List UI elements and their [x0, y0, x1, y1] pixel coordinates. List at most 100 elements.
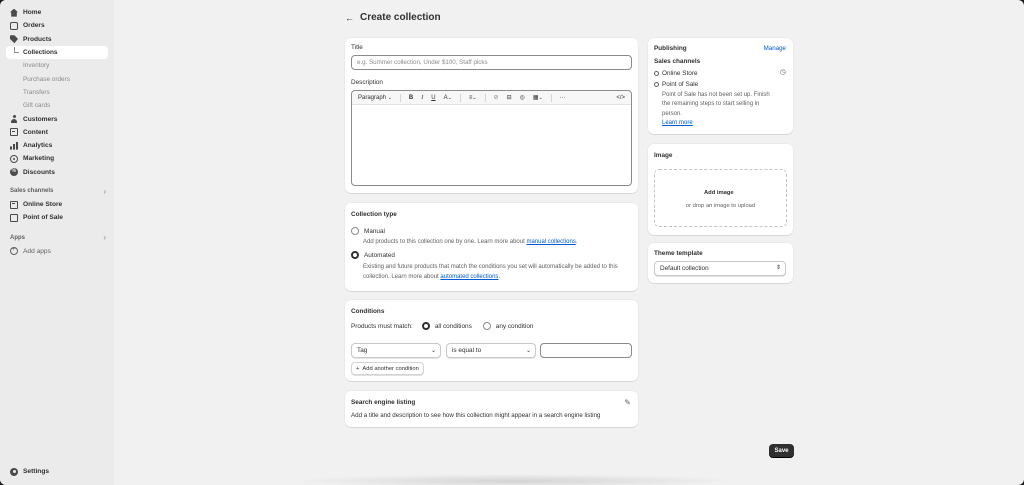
- app-window: Home Orders Products Collections Invento…: [0, 0, 1024, 485]
- manual-description: Add products to this collection one by o…: [363, 239, 578, 245]
- sales-channels-label: Sales channels: [654, 58, 701, 65]
- theme-template-card: Theme template Default collection ⇕: [648, 243, 793, 283]
- select-arrows-icon: ⇕: [775, 265, 781, 271]
- condition-value-input[interactable]: [540, 343, 632, 358]
- sidebar-item-discounts[interactable]: Discounts: [6, 166, 108, 179]
- align-button[interactable]: ≡⌄: [469, 95, 477, 101]
- insert-table-icon[interactable]: ▦⌄: [533, 94, 543, 101]
- sidebar-item-add-apps[interactable]: Add apps: [6, 244, 108, 257]
- pos-icon: [10, 213, 18, 222]
- automated-description: Existing and future products that match …: [363, 264, 618, 280]
- status-dot-icon: [654, 82, 659, 87]
- underline-button[interactable]: U: [431, 95, 435, 101]
- page-title: Create collection: [360, 12, 441, 23]
- sidebar-item-point-of-sale[interactable]: Point of Sale: [6, 211, 108, 224]
- condition-operator-select[interactable]: is equal to ⌄: [446, 343, 536, 358]
- publishing-card: Publishing Manage Sales channels Online …: [648, 38, 793, 134]
- sidebar-item-home[interactable]: Home: [6, 6, 108, 19]
- person-icon: [10, 115, 18, 124]
- title-description-card: Title e.g. Summer collection, Under $100…: [345, 38, 638, 193]
- sidebar-item-analytics[interactable]: Analytics: [6, 139, 108, 152]
- sales-channels-section[interactable]: Sales channels ›: [6, 185, 108, 198]
- text-color-button[interactable]: A⌄: [444, 95, 452, 101]
- orders-icon: [10, 21, 18, 30]
- chevron-right-icon: ›: [103, 233, 106, 243]
- back-arrow-icon[interactable]: ←: [345, 13, 354, 23]
- match-row: Products must match: all conditions any …: [351, 322, 534, 330]
- sidebar-item-collections[interactable]: Collections: [6, 45, 108, 60]
- learn-more-link[interactable]: Learn more: [662, 119, 770, 128]
- apps-section[interactable]: Apps ›: [6, 231, 108, 244]
- add-condition-button[interactable]: + Add another condition: [351, 362, 424, 375]
- chevron-down-icon: ⌄: [525, 348, 531, 354]
- sidebar-item-customers[interactable]: Customers: [6, 112, 108, 125]
- link-icon[interactable]: ⊘: [494, 94, 499, 101]
- theme-template-heading: Theme template: [654, 250, 703, 257]
- plus-circle-icon: [10, 246, 18, 256]
- bar-chart-icon: [10, 141, 18, 150]
- gear-icon: [10, 467, 18, 476]
- sidebar: Home Orders Products Collections Invento…: [0, 0, 114, 485]
- media-icon[interactable]: ◎: [520, 94, 525, 101]
- manual-option[interactable]: Manual: [351, 227, 385, 235]
- title-label: Title: [351, 44, 363, 51]
- target-icon: [10, 154, 18, 163]
- tree-branch-icon: [14, 46, 19, 53]
- image-card: Image Add image or drop an image to uplo…: [648, 144, 793, 235]
- any-condition-radio[interactable]: [482, 322, 491, 330]
- automated-option[interactable]: Automated: [351, 251, 395, 259]
- code-view-icon[interactable]: </>: [616, 95, 625, 101]
- sidebar-item-gift-cards[interactable]: Gift cards: [6, 99, 108, 112]
- paragraph-format-select[interactable]: Paragraph ⌄: [358, 95, 392, 101]
- sidebar-item-purchase-orders[interactable]: Purchase orders: [6, 72, 108, 85]
- theme-template-select[interactable]: Default collection ⇕: [654, 261, 786, 276]
- sidebar-item-marketing[interactable]: Marketing: [6, 152, 108, 165]
- table-icon[interactable]: ⊟: [507, 94, 512, 101]
- discount-icon: [10, 168, 18, 177]
- image-dropzone[interactable]: Add image or drop an image to upload: [654, 169, 787, 227]
- all-conditions-radio[interactable]: [421, 322, 430, 330]
- edit-pencil-icon[interactable]: ✎: [624, 398, 631, 407]
- automated-radio[interactable]: [351, 251, 359, 259]
- bold-button[interactable]: B: [409, 95, 413, 101]
- italic-button[interactable]: I: [421, 95, 423, 101]
- sidebar-item-online-store[interactable]: Online Store: [6, 198, 108, 211]
- channel-online-store: Online Store: [654, 70, 698, 77]
- sidebar-item-transfers[interactable]: Transfers: [6, 86, 108, 99]
- seo-card: Search engine listing ✎ Add a title and …: [345, 391, 638, 427]
- drop-hint: or drop an image to upload: [685, 203, 756, 209]
- seo-heading: Search engine listing: [351, 399, 416, 406]
- sidebar-item-settings[interactable]: Settings: [6, 465, 49, 478]
- sidebar-item-products[interactable]: Products: [6, 33, 108, 46]
- sidebar-item-content[interactable]: Content: [6, 126, 108, 139]
- manual-collections-link[interactable]: manual collections: [526, 239, 575, 245]
- chevron-down-icon: ⌄: [430, 348, 436, 354]
- bottom-shadow: [290, 474, 740, 485]
- publishing-heading: Publishing: [654, 45, 687, 52]
- title-input[interactable]: e.g. Summer collection, Under $100, Staf…: [351, 55, 632, 70]
- add-image-button[interactable]: Add image: [700, 186, 738, 199]
- save-button[interactable]: Save: [769, 444, 794, 457]
- manage-link[interactable]: Manage: [764, 45, 786, 52]
- manual-radio[interactable]: [351, 227, 359, 235]
- schedule-icon[interactable]: ◷: [780, 68, 786, 76]
- image-heading: Image: [654, 152, 673, 159]
- more-icon[interactable]: ···: [560, 95, 566, 101]
- pos-note: Point of Sale has not been set up. Finis…: [662, 91, 770, 129]
- status-dot-icon: [654, 71, 659, 76]
- sidebar-item-inventory[interactable]: Inventory: [6, 59, 108, 72]
- collection-type-card: Collection type Manual Add products to t…: [345, 203, 638, 291]
- editor-toolbar: Paragraph ⌄ B I U A⌄ ≡⌄ ⊘ ⊟ ◎ ▦⌄ ··· </>: [352, 91, 631, 105]
- automated-collections-link[interactable]: automated collections: [440, 274, 498, 280]
- chevron-right-icon: ›: [103, 186, 106, 196]
- description-label: Description: [351, 79, 383, 86]
- store-icon: [10, 200, 18, 209]
- condition-field-select[interactable]: Tag ⌄: [351, 343, 441, 358]
- page-header: ← Create collection: [345, 12, 441, 23]
- sidebar-item-orders[interactable]: Orders: [6, 19, 108, 32]
- description-editor[interactable]: Paragraph ⌄ B I U A⌄ ≡⌄ ⊘ ⊟ ◎ ▦⌄ ··· </>: [351, 90, 632, 186]
- collection-type-heading: Collection type: [351, 211, 397, 218]
- plus-icon: +: [356, 365, 360, 372]
- conditions-card: Conditions Products must match: all cond…: [345, 300, 638, 381]
- channel-point-of-sale: Point of Sale: [654, 81, 698, 88]
